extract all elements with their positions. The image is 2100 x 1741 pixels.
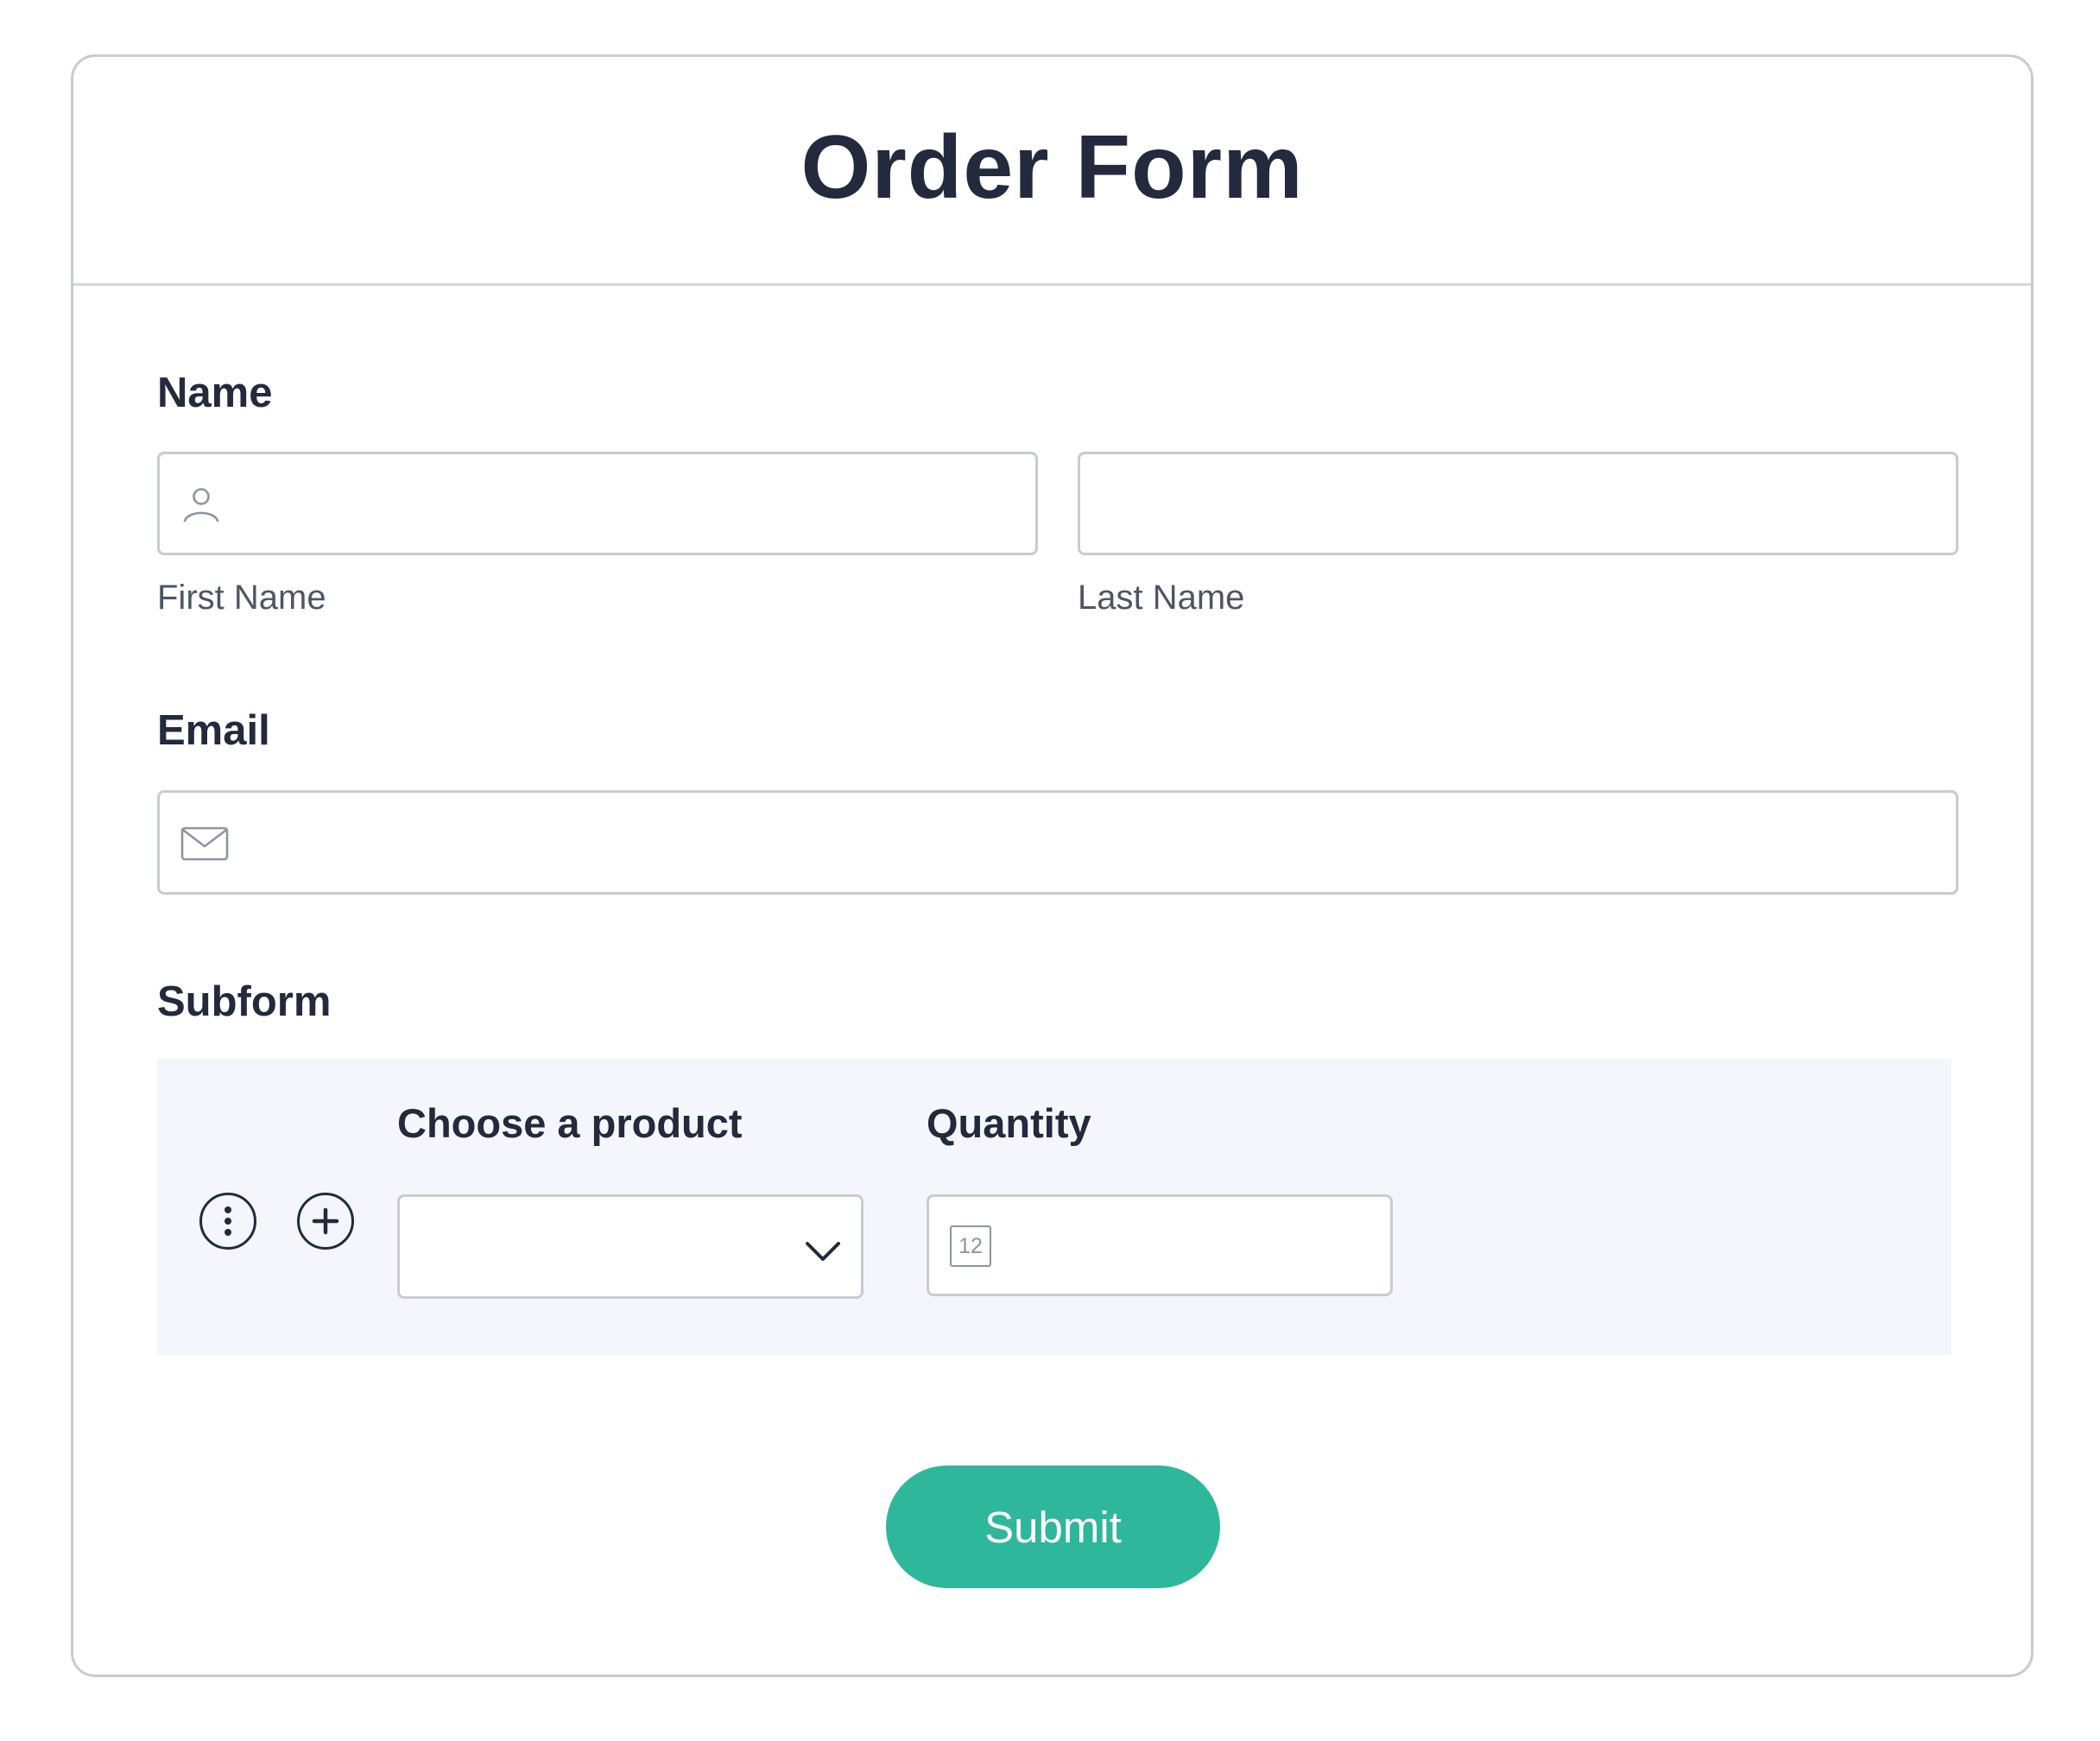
email-input[interactable] (157, 790, 1958, 895)
last-name-input[interactable] (1078, 452, 1958, 555)
product-label: Choose a product (397, 1100, 743, 1146)
user-icon (182, 485, 220, 523)
product-select[interactable] (397, 1194, 863, 1299)
email-label: Email (157, 707, 270, 754)
subform-row: Choose a product Quantity 12 (157, 1059, 1951, 1355)
name-label: Name (157, 370, 273, 416)
quantity-label: Quantity (927, 1100, 1091, 1146)
last-name-sublabel: Last Name (1078, 579, 1245, 617)
first-name-input[interactable] (157, 452, 1038, 555)
envelope-icon (180, 826, 229, 862)
add-circle-icon[interactable] (297, 1193, 354, 1250)
chevron-down-icon (804, 1237, 842, 1263)
submit-button[interactable]: Submit (886, 1466, 1220, 1588)
quantity-input[interactable]: 12 (927, 1194, 1393, 1296)
number-icon-text: 12 (958, 1233, 983, 1258)
order-form-card: Order Form Name First Name Last Name Ema… (71, 54, 2034, 1677)
form-header: Order Form (73, 57, 2031, 286)
form-title: Order Form (800, 117, 1304, 218)
first-name-sublabel: First Name (157, 579, 326, 617)
number-icon: 12 (950, 1225, 991, 1267)
more-vertical-icon[interactable] (199, 1193, 256, 1250)
subform-label: Subform (157, 978, 332, 1025)
